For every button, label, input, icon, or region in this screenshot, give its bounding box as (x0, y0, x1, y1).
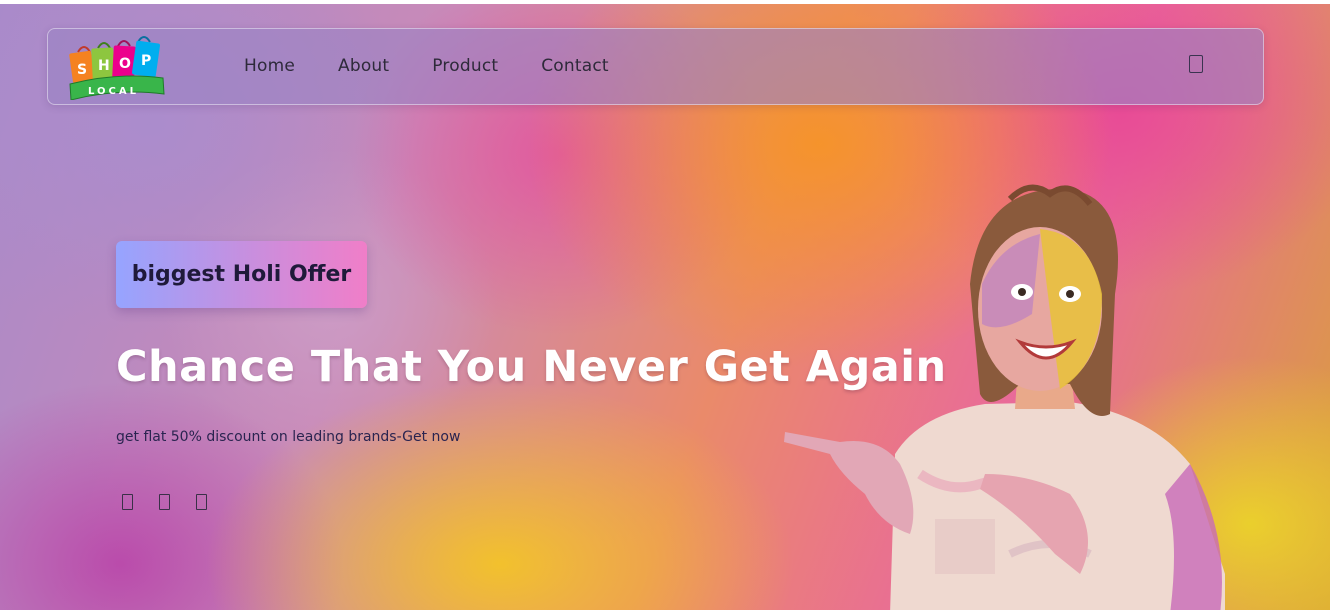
svg-text:H: H (98, 58, 110, 74)
svg-text:S: S (77, 62, 87, 78)
svg-text:LOCAL: LOCAL (88, 86, 139, 97)
hero-section: S H O P LOCAL Home About Product Contact… (0, 4, 1330, 610)
twitter-icon[interactable] (196, 494, 207, 510)
navbar: S H O P LOCAL Home About Product Contact (47, 28, 1264, 105)
offer-badge-label: biggest Holi Offer (131, 262, 352, 287)
shopping-bag-icon[interactable] (1189, 55, 1203, 73)
instagram-icon[interactable] (159, 494, 170, 510)
hero-model-image (784, 184, 1225, 610)
nav-item-product[interactable]: Product (432, 56, 498, 76)
hero-subtext: get flat 50% discount on leading brands-… (116, 429, 461, 445)
shopping-bags-icon: S H O P LOCAL (69, 36, 165, 101)
svg-text:P: P (141, 53, 151, 69)
social-links (122, 494, 207, 510)
facebook-icon[interactable] (122, 494, 133, 510)
nav-item-contact[interactable]: Contact (541, 56, 609, 76)
nav-item-home[interactable]: Home (244, 56, 295, 76)
nav-item-about[interactable]: About (338, 56, 389, 76)
svg-text:O: O (119, 56, 131, 72)
shop-local-logo[interactable]: S H O P LOCAL (68, 34, 173, 101)
nav-menu: Home About Product Contact (244, 56, 652, 76)
offer-badge: biggest Holi Offer (116, 241, 367, 308)
